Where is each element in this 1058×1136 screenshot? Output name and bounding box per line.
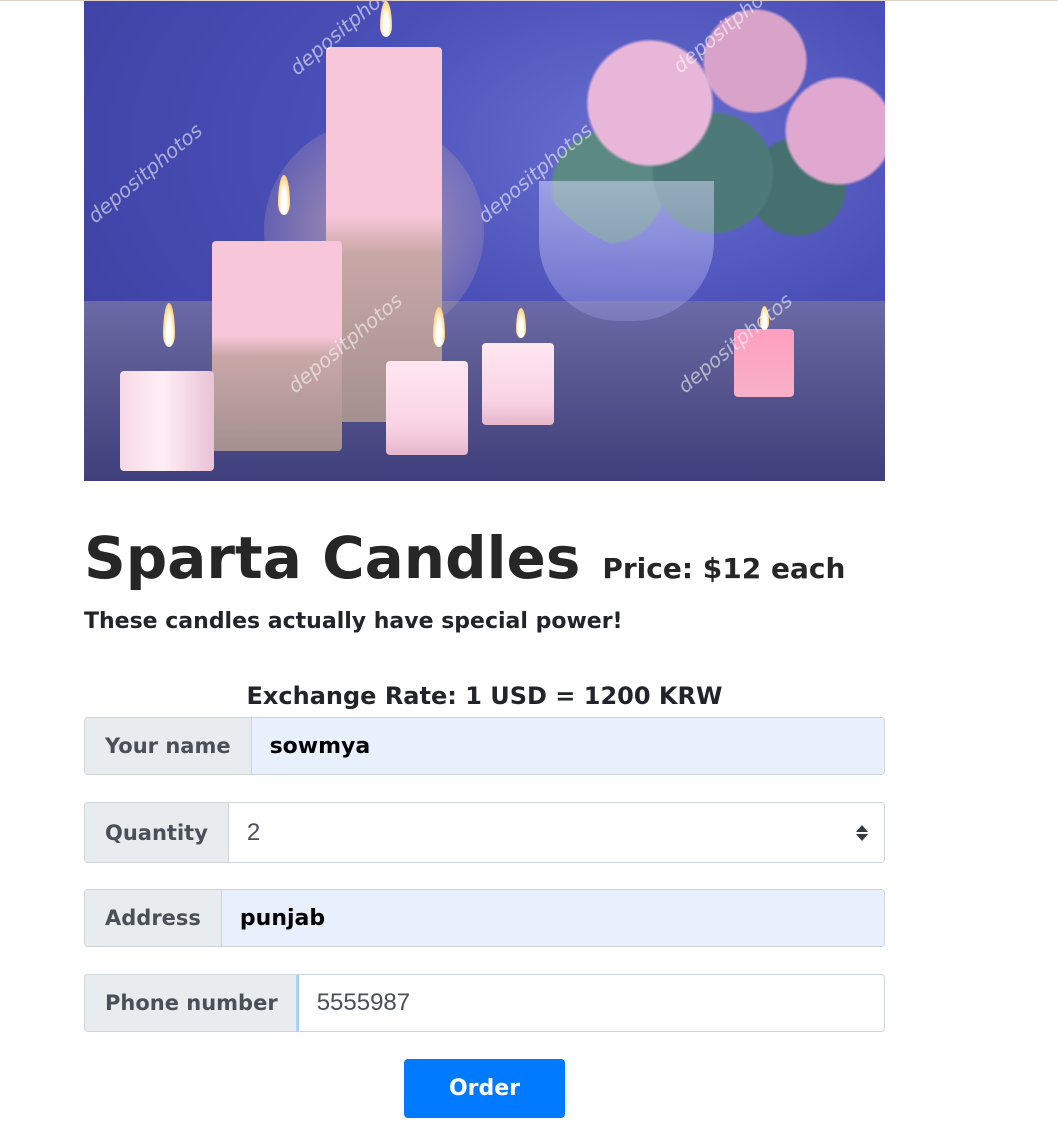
name-label: Your name	[85, 718, 252, 774]
address-input-group: Address punjab	[84, 889, 885, 947]
select-arrows-icon	[856, 824, 868, 841]
quantity-select[interactable]: 2	[228, 803, 884, 862]
quantity-value: 2	[246, 818, 261, 846]
phone-input[interactable]: 5555987	[298, 975, 884, 1031]
order-button[interactable]: Order	[404, 1059, 565, 1118]
quantity-input-group: Quantity 2	[84, 802, 885, 863]
name-input-group: Your name sowmya	[84, 717, 885, 775]
phone-label: Phone number	[85, 975, 299, 1031]
name-input[interactable]: sowmya	[251, 718, 884, 774]
address-label: Address	[85, 890, 222, 946]
address-input[interactable]: punjab	[221, 890, 884, 946]
quantity-label: Quantity	[85, 803, 229, 862]
order-form: Your name sowmya Quantity 2 Address punj…	[84, 0, 885, 1136]
phone-input-group: Phone number 5555987	[84, 974, 885, 1032]
